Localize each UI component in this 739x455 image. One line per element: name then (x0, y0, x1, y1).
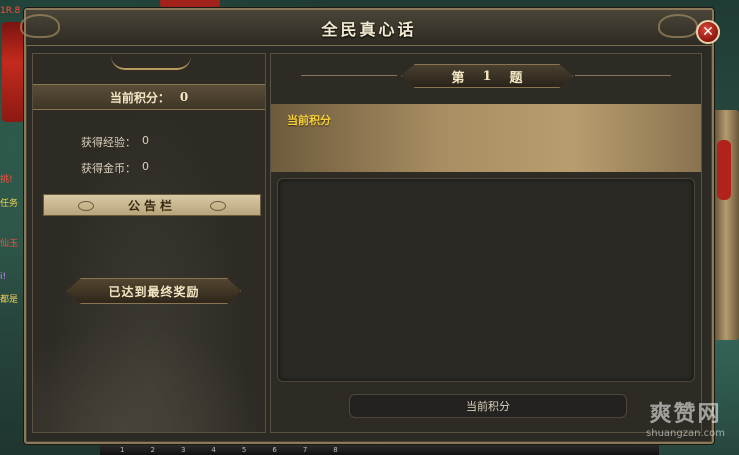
bg-text: 任务 (0, 199, 19, 209)
score-value: 0 (179, 90, 189, 104)
left-info-panel: 当前积分： 0 获得经验： 0 获得金币： 0 公告栏 已达到最终奖励 (32, 53, 266, 433)
answer-box[interactable] (277, 178, 695, 382)
exp-label: 获得经验： (81, 136, 136, 149)
watermark-brand: 爽赞网 (649, 402, 722, 427)
gold-label: 获得金币： (81, 162, 136, 175)
current-score-bar: 当前积分： 0 (33, 84, 265, 110)
gold-stat: 获得金币： 0 (81, 160, 149, 176)
hotkey-1[interactable]: 1 (120, 446, 124, 454)
hotkey-6[interactable]: 6 (272, 446, 276, 454)
question-number-header: 第 1 题 (401, 64, 573, 88)
top-red-ornament (160, 0, 220, 8)
bg-text: i! (0, 272, 7, 282)
final-reward-button[interactable]: 已达到最终奖励 (67, 278, 241, 304)
question-panel: 第 1 题 当前积分 当前积分 (270, 53, 702, 433)
cloud-corner-icon (658, 14, 698, 38)
bg-text: 挑! (0, 175, 13, 185)
divider (575, 75, 671, 76)
hotkey-3[interactable]: 3 (181, 446, 185, 454)
cloud-ornament-icon (111, 56, 191, 70)
score-label: 当前积分： (109, 90, 170, 105)
bg-text: 1R.8 (0, 6, 21, 16)
watermark-logo: 爽赞网 shuangzan.com (646, 396, 725, 439)
notice-board-title: 公告栏 (43, 194, 261, 216)
watermark-url: shuangzan.com (646, 428, 725, 439)
bottom-score-bar: 当前积分 (349, 394, 627, 418)
question-area: 当前积分 (271, 104, 701, 172)
red-tassel-ornament (2, 22, 24, 122)
skill-hotbar[interactable]: 1 2 3 4 5 6 7 8 (100, 445, 659, 455)
divider (301, 75, 397, 76)
chinese-knot-ornament (717, 140, 731, 200)
cloud-corner-icon (20, 14, 60, 38)
question-suffix: 题 (509, 70, 523, 86)
exp-value: 0 (142, 134, 149, 147)
window-title: 全民真心话 (321, 19, 417, 39)
exp-stat: 获得经验： 0 (81, 134, 149, 150)
hotkey-2[interactable]: 2 (150, 446, 154, 454)
bg-text: 都是 (0, 295, 19, 305)
question-text: 当前积分 (287, 114, 331, 127)
truth-dialog-window: 全民真心话 ✕ 当前积分： 0 获得经验： 0 获得金币： 0 公告栏 已达到最… (20, 8, 720, 444)
hotkey-7[interactable]: 7 (303, 446, 307, 454)
title-bar[interactable]: 全民真心话 (20, 10, 712, 46)
mountain-painting (33, 322, 265, 432)
hotkey-8[interactable]: 8 (333, 446, 337, 454)
hotkey-5[interactable]: 5 (242, 446, 246, 454)
hotkey-4[interactable]: 4 (211, 446, 215, 454)
question-number: 1 (482, 68, 492, 84)
gold-value: 0 (142, 160, 149, 173)
bg-text: 仙玉 (0, 239, 19, 249)
close-button[interactable]: ✕ (696, 20, 720, 44)
question-prefix: 第 (451, 70, 465, 86)
